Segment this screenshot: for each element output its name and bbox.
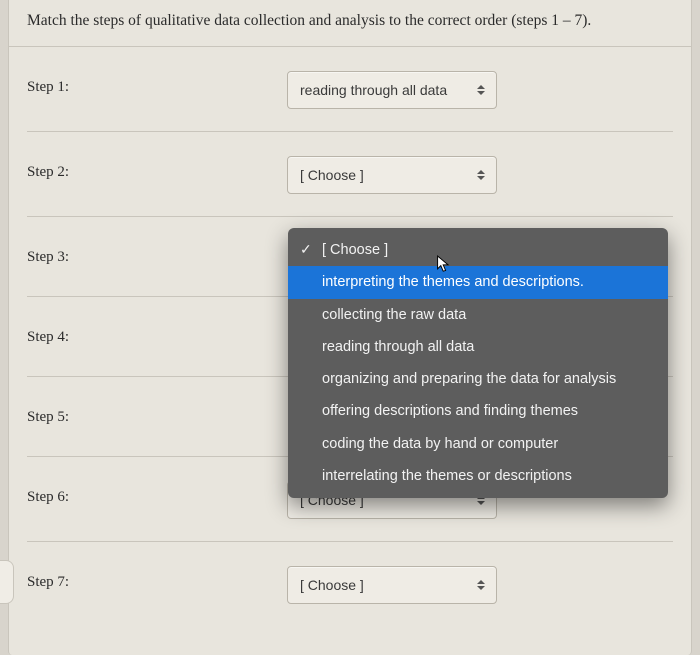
dropdown-option[interactable]: reading through all data (288, 331, 668, 363)
step-label: Step 2: (27, 156, 287, 181)
select-value: [ Choose ] (300, 577, 364, 593)
step-row: Step 2: [ Choose ] (27, 132, 673, 217)
dropdown-option[interactable]: coding the data by hand or computer (288, 428, 668, 460)
step-label: Step 4: (27, 321, 287, 346)
question-text: Match the steps of qualitative data coll… (9, 0, 691, 47)
dropdown-option[interactable]: organizing and preparing the data for an… (288, 363, 668, 395)
side-tab-handle[interactable] (0, 560, 14, 604)
step-7-select[interactable]: [ Choose ] (287, 566, 497, 604)
select-value: reading through all data (300, 82, 447, 98)
dropdown-option[interactable]: offering descriptions and finding themes (288, 395, 668, 427)
chevron-updown-icon (476, 83, 486, 97)
dropdown-option[interactable]: interrelating the themes or descriptions (288, 460, 668, 492)
dropdown-option[interactable]: interpreting the themes and descriptions… (288, 266, 668, 298)
dropdown-option[interactable]: collecting the raw data (288, 299, 668, 331)
dropdown-option[interactable]: [ Choose ] (288, 234, 668, 266)
select-value: [ Choose ] (300, 167, 364, 183)
step-label: Step 5: (27, 401, 287, 426)
step-label: Step 1: (27, 71, 287, 96)
step-label: Step 6: (27, 481, 287, 506)
step-3-dropdown[interactable]: [ Choose ] interpreting the themes and d… (288, 228, 668, 498)
step-label: Step 3: (27, 241, 287, 266)
chevron-updown-icon (476, 578, 486, 592)
step-2-select[interactable]: [ Choose ] (287, 156, 497, 194)
step-row: Step 7: [ Choose ] (27, 542, 673, 626)
step-row: Step 1: reading through all data (27, 47, 673, 132)
step-label: Step 7: (27, 566, 287, 591)
step-1-select[interactable]: reading through all data (287, 71, 497, 109)
chevron-updown-icon (476, 168, 486, 182)
